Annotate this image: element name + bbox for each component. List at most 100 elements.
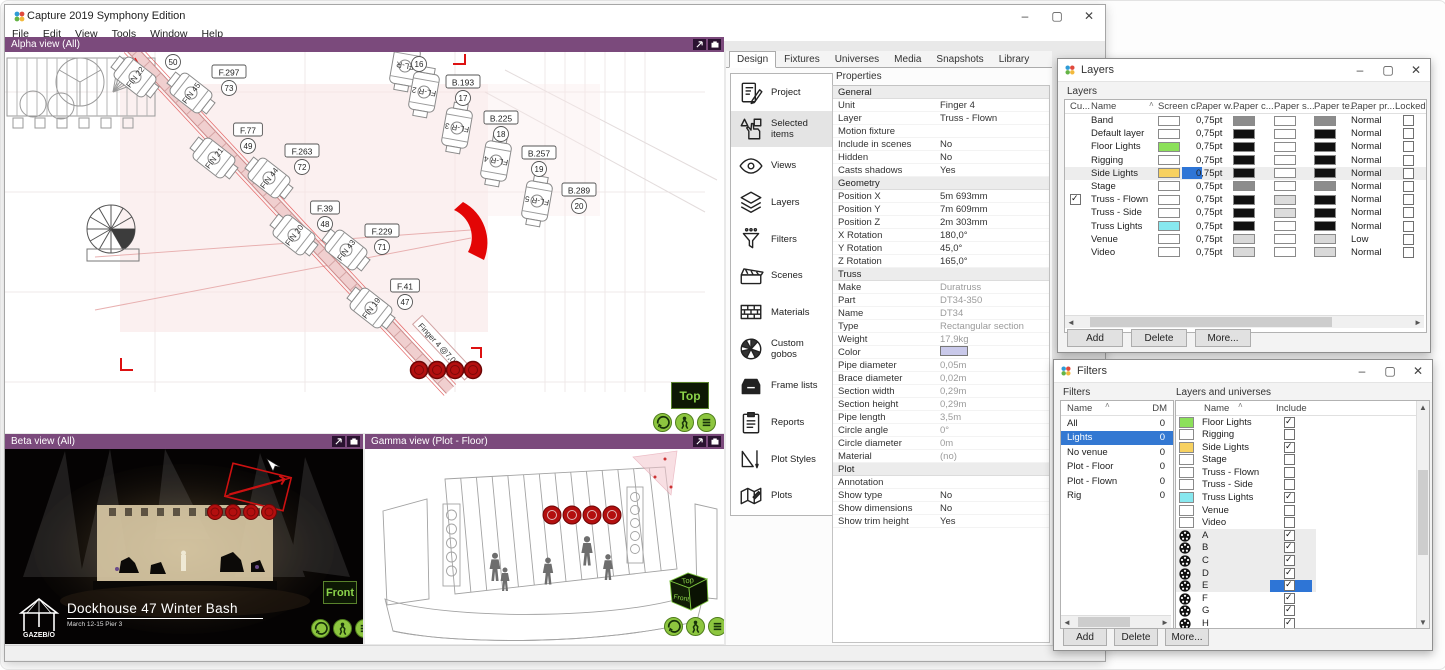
property-value[interactable]: Finger 4 <box>940 100 975 111</box>
sidebar-item-plots[interactable]: Plots <box>731 478 832 515</box>
camera-icon[interactable] <box>708 436 721 447</box>
layer-entry-row[interactable]: Truss Lights <box>1176 492 1429 505</box>
layer-entry-row[interactable]: Rigging <box>1176 429 1429 442</box>
walk-person-button[interactable] <box>333 619 352 638</box>
gamma-plot-canvas[interactable]: Top Front <box>365 449 724 644</box>
paper-print-value[interactable]: Normal <box>1351 247 1382 258</box>
paper-color-swatch[interactable] <box>1233 181 1255 191</box>
universe-row[interactable]: G <box>1176 605 1429 618</box>
tab-library[interactable]: Library <box>992 52 1037 67</box>
universe-row[interactable]: F <box>1176 592 1429 605</box>
layers-hscrollbar[interactable]: ◄ ► <box>1065 315 1424 328</box>
tab-universes[interactable]: Universes <box>828 52 886 67</box>
column-header[interactable]: Include <box>1276 403 1307 414</box>
universe-row[interactable]: B <box>1176 542 1429 555</box>
layer-row[interactable]: Side Lights0,75ptNormal <box>1065 167 1426 180</box>
screen-color-swatch[interactable] <box>1158 129 1180 139</box>
paper-text-swatch[interactable] <box>1314 142 1336 152</box>
layer-entry-row[interactable]: Video <box>1176 517 1429 530</box>
universe-row[interactable]: E <box>1176 580 1429 593</box>
paper-print-value[interactable]: Normal <box>1351 141 1382 152</box>
gamma-view-header[interactable]: Gamma view (Plot - Floor) <box>365 434 724 449</box>
column-header[interactable]: Paper c... <box>1233 101 1274 112</box>
add-button[interactable]: Add <box>1063 628 1107 646</box>
screen-color-swatch[interactable] <box>1158 234 1180 244</box>
filter-row[interactable]: Plot - Flown0 <box>1061 474 1173 489</box>
paper-weight-value[interactable]: 0,75pt <box>1196 207 1222 218</box>
paper-text-swatch[interactable] <box>1314 155 1336 165</box>
paper-text-swatch[interactable] <box>1314 247 1336 257</box>
paper-print-value[interactable]: Normal <box>1351 155 1382 166</box>
include-checkbox[interactable] <box>1284 429 1295 440</box>
locked-checkbox[interactable] <box>1403 141 1414 152</box>
tab-design[interactable]: Design <box>729 51 776 68</box>
minimize-button[interactable]: – <box>1009 5 1041 27</box>
paper-shadow-swatch[interactable] <box>1274 155 1296 165</box>
layer-entry-row[interactable]: Side Lights <box>1176 441 1429 454</box>
locked-checkbox[interactable] <box>1403 207 1414 218</box>
paper-color-swatch[interactable] <box>1233 208 1255 218</box>
paper-text-swatch[interactable] <box>1314 116 1336 126</box>
screen-color-swatch[interactable] <box>1158 208 1180 218</box>
layer-entry-row[interactable]: Venue <box>1176 504 1429 517</box>
column-header[interactable]: DM <box>1152 403 1167 414</box>
layer-entry-row[interactable]: Stage <box>1176 454 1429 467</box>
column-header[interactable]: Name <box>1067 403 1092 414</box>
locked-checkbox[interactable] <box>1403 115 1414 126</box>
paper-print-value[interactable]: Normal <box>1351 207 1382 218</box>
layer-row[interactable]: Truss - Side0,75ptNormal <box>1065 206 1426 219</box>
layer-name[interactable]: Floor Lights <box>1091 141 1141 152</box>
paper-print-value[interactable]: Low <box>1351 234 1368 245</box>
close-button[interactable]: ✕ <box>1402 59 1430 81</box>
include-checkbox[interactable] <box>1284 417 1295 428</box>
sidebar-item-layers[interactable]: Layers <box>731 184 832 221</box>
menu-button[interactable] <box>697 413 716 432</box>
paper-color-swatch[interactable] <box>1233 247 1255 257</box>
filter-row[interactable]: No venue0 <box>1061 445 1173 460</box>
screen-color-swatch[interactable] <box>1158 142 1180 152</box>
sidebar-item-materials[interactable]: Materials <box>731 294 832 331</box>
property-value[interactable]: Yes <box>940 165 956 176</box>
walk-person-button[interactable] <box>675 413 694 432</box>
paper-weight-value[interactable]: 0,75pt <box>1196 194 1222 205</box>
paper-weight-value[interactable]: 0,75pt <box>1196 155 1222 166</box>
delete-button[interactable]: Delete <box>1131 329 1187 347</box>
property-value[interactable]: 2m 303mm <box>940 217 988 228</box>
paper-shadow-swatch[interactable] <box>1274 168 1296 178</box>
paper-shadow-swatch[interactable] <box>1274 181 1296 191</box>
close-button[interactable]: ✕ <box>1073 5 1105 27</box>
include-checkbox[interactable] <box>1284 517 1295 528</box>
locked-checkbox[interactable] <box>1403 234 1414 245</box>
universes-vscrollbar[interactable]: ▲▼ <box>1416 401 1429 628</box>
beta-render-canvas[interactable]: Front GAZEB/O Dockhouse 47 Winter Bash M… <box>5 449 363 644</box>
menu-button[interactable] <box>708 617 724 636</box>
popout-icon[interactable] <box>693 436 706 447</box>
column-header[interactable]: Cu... <box>1070 101 1090 112</box>
sidebar-item-filters[interactable]: Filters <box>731 221 832 258</box>
tab-snapshots[interactable]: Snapshots <box>929 52 990 67</box>
alpha-plan-canvas[interactable]: FIN 22FIN 45FIN 21FIN 44FIN 20FIN 43FIN … <box>5 52 724 433</box>
selected-fixture-dots[interactable] <box>543 506 621 524</box>
locked-checkbox[interactable] <box>1403 194 1414 205</box>
property-value[interactable]: 180,0° <box>940 230 968 241</box>
include-checkbox[interactable] <box>1284 454 1295 465</box>
paper-shadow-swatch[interactable] <box>1274 221 1296 231</box>
include-checkbox[interactable] <box>1284 505 1295 516</box>
layer-row[interactable]: Truss - Flown0,75ptNormal <box>1065 193 1426 206</box>
paper-print-value[interactable]: Normal <box>1351 221 1382 232</box>
paper-print-value[interactable]: Normal <box>1351 181 1382 192</box>
screen-color-swatch[interactable] <box>1158 221 1180 231</box>
paper-text-swatch[interactable] <box>1314 234 1336 244</box>
paper-text-swatch[interactable] <box>1314 195 1336 205</box>
include-checkbox[interactable] <box>1284 605 1295 616</box>
maximize-button[interactable]: ▢ <box>1374 59 1402 81</box>
screen-color-swatch[interactable] <box>1158 181 1180 191</box>
property-value[interactable]: 165,0° <box>940 256 968 267</box>
locked-checkbox[interactable] <box>1403 181 1414 192</box>
include-checkbox[interactable] <box>1284 479 1295 490</box>
layer-name[interactable]: Truss - Flown <box>1091 194 1148 205</box>
more-button[interactable]: More... <box>1195 329 1251 347</box>
locked-checkbox[interactable] <box>1403 128 1414 139</box>
maximize-button[interactable]: ▢ <box>1041 5 1073 27</box>
orbit-button[interactable] <box>664 617 683 636</box>
